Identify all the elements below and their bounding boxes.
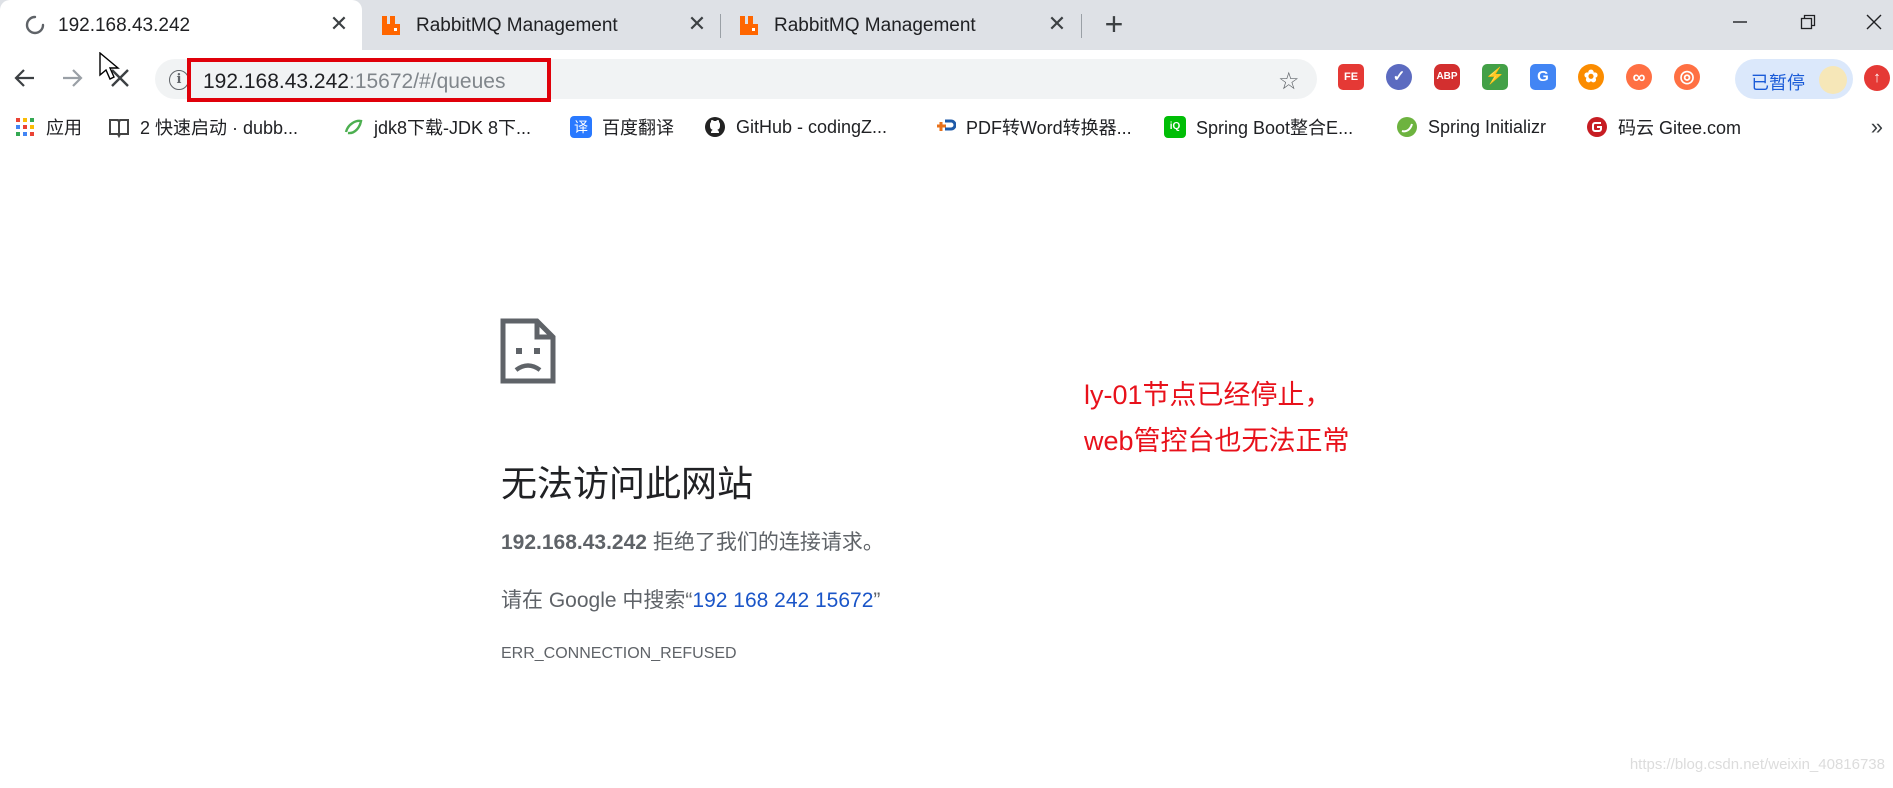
tab-title: RabbitMQ Management xyxy=(416,15,618,36)
green-leaf-icon xyxy=(344,119,363,135)
bookmark-item[interactable]: GitHub - codingZ... xyxy=(704,114,887,140)
lifebuoy-icon[interactable]: ◎ xyxy=(1674,64,1700,90)
close-icon xyxy=(1866,14,1882,30)
fehelper-icon[interactable]: FE xyxy=(1338,64,1364,90)
spring-icon xyxy=(1397,117,1417,137)
bookmark-label: 码云 Gitee.com xyxy=(1618,118,1742,138)
bookmark-item[interactable]: iQ Spring Boot整合E... xyxy=(1164,114,1353,140)
tab-title: RabbitMQ Management xyxy=(774,15,976,36)
browser-toolbar: i 192.168.43.242:15672/#/queues ☆ FE ✓ A… xyxy=(0,50,1893,106)
mouse-pointer-icon xyxy=(99,52,120,80)
google-translate-icon[interactable]: G xyxy=(1530,64,1556,90)
bookmark-item[interactable]: jdk8下载-JDK 8下... xyxy=(342,114,531,140)
tab-close-icon[interactable]: ✕ xyxy=(1044,11,1070,37)
tab-close-icon[interactable]: ✕ xyxy=(326,11,352,37)
rabbitmq-icon xyxy=(740,16,758,35)
bookmark-label: 2 快速启动 · dubb... xyxy=(140,118,299,138)
avatar xyxy=(1819,66,1847,94)
bookmarks-bar: 应用 2 快速启动 · dubb... jdk8下载-JDK 8下... 译 百… xyxy=(0,106,1893,148)
apps-grid-icon xyxy=(16,118,34,136)
task-check-icon[interactable]: ✓ xyxy=(1386,64,1412,90)
close-window-button[interactable] xyxy=(1856,8,1892,38)
error-host: 192.168.43.242 xyxy=(501,531,647,554)
github-icon xyxy=(705,117,725,137)
error-code: ERR_CONNECTION_REFUSED xyxy=(501,645,737,662)
bookmark-item[interactable]: 译 百度翻译 xyxy=(570,114,674,140)
tab-separator xyxy=(1081,14,1082,38)
bookmark-star-icon[interactable]: ☆ xyxy=(1278,67,1300,96)
paused-label: 已暂停 xyxy=(1751,73,1805,93)
book-icon xyxy=(109,119,129,138)
url-highlight-box: 192.168.43.242:15672/#/queues xyxy=(187,58,551,102)
url-host: 192.168.43.242 xyxy=(203,70,349,93)
annotation-line-2: web管控台也无法正常 xyxy=(1084,426,1350,456)
colorful-bolt-icon[interactable]: ⚡ xyxy=(1482,64,1508,90)
photos-pinwheel-icon[interactable]: ✿ xyxy=(1578,64,1604,90)
tab-rabbitmq-1[interactable]: RabbitMQ Management ✕ xyxy=(362,0,720,50)
bookmark-item[interactable]: 2 快速启动 · dubb... xyxy=(108,114,298,140)
annotation-note: ly-01节点已经停止， web管控台也无法正常 xyxy=(1084,372,1350,464)
annotation-line-1: ly-01节点已经停止， xyxy=(1084,380,1332,410)
update-arrow-icon[interactable]: ↑ xyxy=(1864,65,1890,91)
bookmark-label: jdk8下载-JDK 8下... xyxy=(374,118,532,138)
loading-spinner-icon xyxy=(25,15,45,35)
search-suggestion: 请在 Google 中搜索“192 168 242 15672” xyxy=(501,584,880,614)
bookmark-label: Spring Initializr xyxy=(1428,116,1547,137)
forward-arrow-icon[interactable] xyxy=(56,62,88,94)
tab-title: 192.168.43.242 xyxy=(58,15,191,36)
bookmarks-overflow-icon[interactable]: » xyxy=(1871,114,1883,140)
error-refused-text: 拒绝了我们的连接请求。 xyxy=(646,531,884,554)
bookmark-item[interactable]: 应用 xyxy=(14,114,82,140)
back-arrow-icon[interactable] xyxy=(9,62,41,94)
search-prefix: 请在 Google 中搜索“ xyxy=(501,589,693,612)
tab-close-icon[interactable]: ✕ xyxy=(684,11,710,37)
minimize-button[interactable] xyxy=(1720,8,1760,38)
restore-icon xyxy=(1800,14,1816,30)
infinity-icon[interactable]: ∞ xyxy=(1626,64,1652,90)
bookmark-label: GitHub - codingZ... xyxy=(736,116,888,137)
sad-page-icon xyxy=(500,318,556,384)
pdf-convert-icon xyxy=(937,119,956,131)
restore-button[interactable] xyxy=(1788,8,1828,38)
minimize-icon xyxy=(1733,21,1747,23)
url-text[interactable]: 192.168.43.242:15672/#/queues xyxy=(203,70,505,94)
bookmark-label: 应用 xyxy=(46,118,82,138)
bookmark-item[interactable]: Spring Initializr xyxy=(1396,114,1546,140)
rabbitmq-icon xyxy=(382,16,400,35)
url-path: :15672/#/queues xyxy=(348,70,506,93)
profile-paused-button[interactable]: 已暂停 xyxy=(1735,59,1853,99)
address-bar[interactable]: i 192.168.43.242:15672/#/queues ☆ xyxy=(155,58,1317,102)
search-suffix: ” xyxy=(873,589,881,612)
gitee-icon xyxy=(1587,117,1607,137)
tab-strip: 192.168.43.242 ✕ RabbitMQ Management ✕ R… xyxy=(0,0,1893,50)
google-search-link[interactable]: 192 168 242 15672 xyxy=(692,589,873,612)
new-tab-button[interactable]: + xyxy=(1098,8,1130,41)
tab-rabbitmq-2[interactable]: RabbitMQ Management ✕ xyxy=(720,0,1080,50)
iqiyi-icon: iQ xyxy=(1164,116,1186,138)
error-title: 无法访问此网站 xyxy=(501,463,754,504)
error-message: 192.168.43.242 拒绝了我们的连接请求。 xyxy=(501,526,884,556)
adblock-plus-icon[interactable]: ABP xyxy=(1434,64,1460,90)
info-icon[interactable]: i xyxy=(169,70,189,90)
baidu-translate-icon: 译 xyxy=(570,116,592,138)
watermark: https://blog.csdn.net/weixin_40816738 xyxy=(1629,756,1885,773)
bookmark-item[interactable]: PDF转Word转换器... xyxy=(934,114,1132,140)
bookmark-item[interactable]: 码云 Gitee.com xyxy=(1586,114,1741,140)
bookmark-label: Spring Boot整合E... xyxy=(1196,118,1354,138)
tab-active[interactable]: 192.168.43.242 ✕ xyxy=(0,0,362,50)
bookmark-label: 百度翻译 xyxy=(602,118,674,138)
bookmark-label: PDF转Word转换器... xyxy=(966,118,1132,138)
